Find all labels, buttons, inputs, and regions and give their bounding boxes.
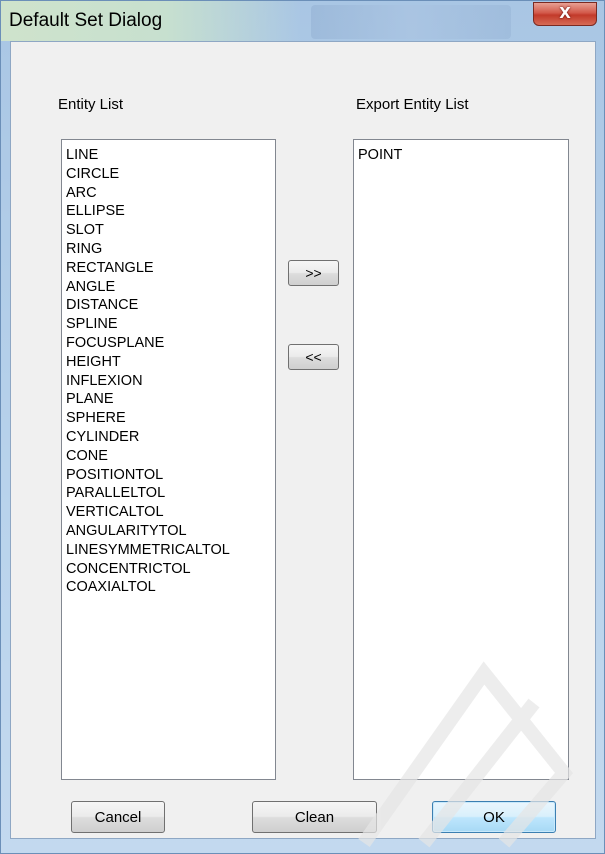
entity-list-item[interactable]: POSITIONTOL [66, 466, 275, 485]
export-entity-list-label: Export Entity List [356, 96, 469, 113]
entity-list-item[interactable]: INFLEXION [66, 372, 275, 391]
remove-from-export-button[interactable]: << [288, 344, 339, 370]
entity-list-item[interactable]: SPHERE [66, 409, 275, 428]
entity-list-item[interactable]: ARC [66, 184, 275, 203]
entity-list-item[interactable]: PLANE [66, 390, 275, 409]
entity-listbox[interactable]: LINE CIRCLE ARC ELLIPSE SLOT RING RECTANGLE ANG… [61, 139, 276, 780]
entity-list-item[interactable]: ANGULARITYTOL [66, 522, 275, 541]
title-bar-background [311, 5, 511, 39]
entity-list-item[interactable]: DISTANCE [66, 296, 275, 315]
entity-list-item[interactable]: CONE [66, 447, 275, 466]
entity-list-item[interactable]: FOCUSPLANE [66, 334, 275, 353]
entity-list-item[interactable]: ANGLE [66, 278, 275, 297]
entity-list-label: Entity List [58, 96, 124, 113]
entity-list-item[interactable]: HEIGHT [66, 353, 275, 372]
entity-list-item[interactable]: CIRCLE [66, 165, 275, 184]
entity-list-item[interactable]: SLOT [66, 221, 275, 240]
dialog-title: Default Set Dialog [9, 10, 163, 31]
entity-list-item[interactable]: PARALLELTOL [66, 484, 275, 503]
entity-list-item[interactable]: COAXIALTOL [66, 578, 275, 597]
export-items: POINT [358, 146, 568, 165]
export-entity-listbox[interactable]: POINT [353, 139, 569, 780]
entity-list-item[interactable]: CONCENTRICTOL [66, 560, 275, 579]
dialog-client-area: Entity List Export Entity List LINE CIRCL… [10, 41, 596, 839]
clean-button[interactable]: Clean [252, 801, 377, 833]
entity-list-item[interactable]: LINESYMMETRICALTOL [66, 541, 275, 560]
export-entity-list-item[interactable]: POINT [358, 146, 568, 165]
entity-list-item[interactable]: LINE [66, 146, 275, 165]
entity-list-item[interactable]: RING [66, 240, 275, 259]
ok-button[interactable]: OK [432, 801, 556, 833]
title-bar[interactable]: Default Set Dialog X [1, 1, 604, 41]
cancel-button[interactable]: Cancel [71, 801, 165, 833]
entity-list-item[interactable]: CYLINDER [66, 428, 275, 447]
entity-list-item[interactable]: RECTANGLE [66, 259, 275, 278]
add-to-export-button[interactable]: >> [288, 260, 339, 286]
entity-items: LINE CIRCLE ARC ELLIPSE SLOT RING RECTANGLE ANG… [66, 146, 275, 597]
close-icon: X [559, 4, 571, 22]
entity-list-item[interactable]: ELLIPSE [66, 202, 275, 221]
dialog-window: Default Set Dialog X Entity List Export … [0, 0, 605, 854]
entity-list-item[interactable]: VERTICALTOL [66, 503, 275, 522]
close-button[interactable]: X [533, 2, 597, 26]
entity-list-item[interactable]: SPLINE [66, 315, 275, 334]
